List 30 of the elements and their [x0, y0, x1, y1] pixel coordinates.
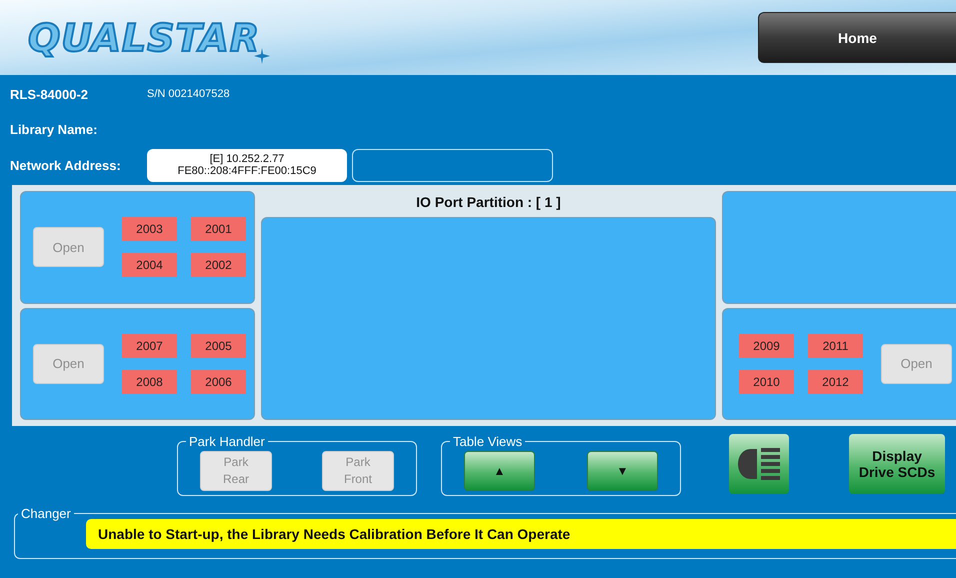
slot-tile[interactable]: 2001	[191, 217, 246, 242]
network-address-label: Network Address:	[10, 158, 122, 172]
group-legend: Changer	[18, 506, 74, 521]
status-message: Unable to Start-up, the Library Needs Calibration Before It Can Operate	[86, 519, 956, 549]
lamp-button[interactable]	[729, 434, 789, 494]
lamp-icon	[737, 445, 781, 483]
serial-number: S/N 0021407528	[147, 88, 231, 100]
slot-tile[interactable]: 2009	[739, 334, 794, 358]
slot-tile[interactable]: 2008	[122, 370, 177, 394]
scroll-down-button[interactable]: ▼	[587, 451, 658, 491]
display-drive-button[interactable]: Display Drive SCDs	[849, 434, 945, 494]
slot-tile[interactable]: 2005	[191, 334, 246, 358]
slot-tile[interactable]: 2007	[122, 334, 177, 358]
scroll-up-button[interactable]: ▲	[464, 451, 535, 491]
slot-tile[interactable]: 2012	[808, 370, 863, 394]
logo: QUALSTAR	[28, 18, 260, 58]
slot-tile[interactable]: 2010	[739, 370, 794, 394]
library-name-label: Library Name:	[10, 122, 98, 137]
slot-tile[interactable]: 2002	[191, 253, 246, 278]
slot-tile[interactable]: 2003	[122, 217, 177, 242]
group-legend: Park Handler	[186, 434, 268, 449]
star-icon	[254, 48, 270, 64]
group-legend: Table Views	[450, 434, 526, 449]
partition-title: IO Port Partition : [ 1 ]	[415, 193, 562, 212]
home-button[interactable]: Home	[758, 12, 956, 63]
model-label: RLS-84000-2	[10, 86, 90, 102]
slot-tile[interactable]: 2011	[808, 334, 863, 358]
slot-tile[interactable]: 2006	[191, 370, 246, 394]
network-address-field: [E] 10.252.2.77 FE80::208:4FFF:FE00:15C9	[147, 148, 347, 182]
slot-tile[interactable]: 2004	[122, 253, 177, 278]
